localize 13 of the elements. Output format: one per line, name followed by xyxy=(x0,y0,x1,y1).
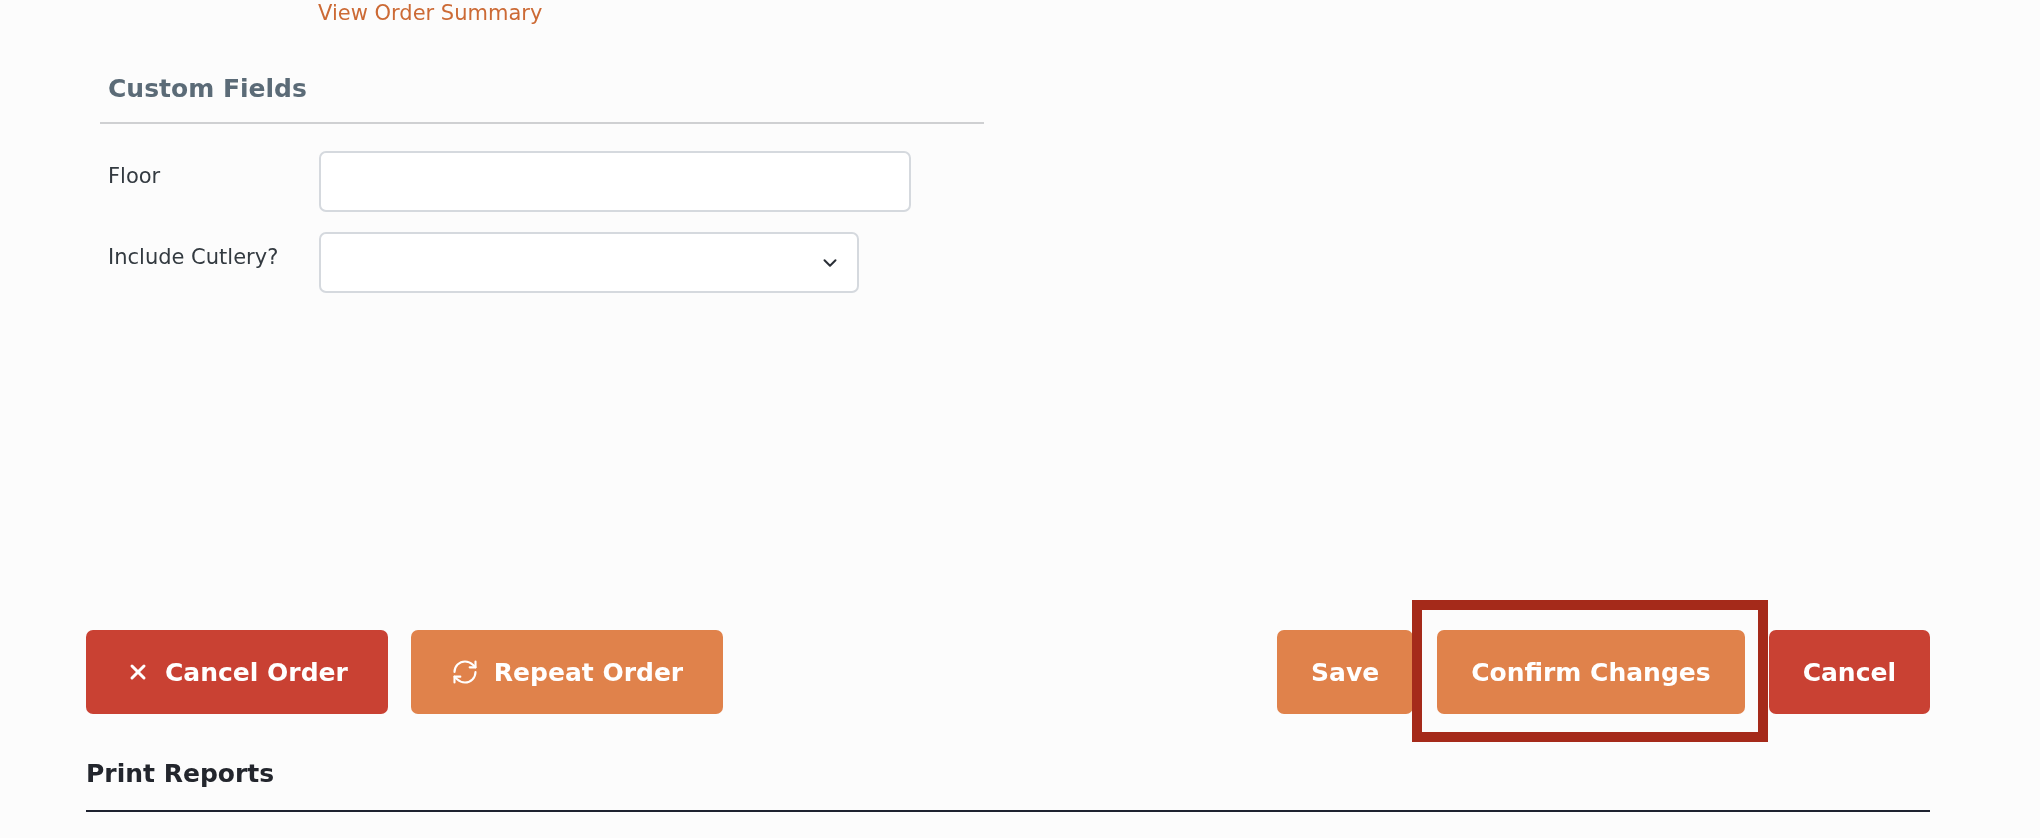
section-heading: Print Reports xyxy=(86,760,276,790)
view-order-summary-link[interactable]: View Order Summary xyxy=(318,0,543,26)
cancel-order-button[interactable]: Cancel Order xyxy=(86,630,388,714)
section-heading: Custom Fields xyxy=(100,74,984,124)
select-field[interactable] xyxy=(319,232,859,293)
action-button[interactable]: Cancel xyxy=(1768,630,1930,714)
action-button[interactable]: Save xyxy=(1277,630,1414,714)
refresh-icon xyxy=(450,658,479,686)
field-label: Floor xyxy=(108,163,162,189)
repeat-order-button[interactable]: Repeat Order xyxy=(410,630,724,714)
field-label: Include Cutlery? xyxy=(108,244,280,270)
action-button[interactable]: Confirm Changes xyxy=(1437,630,1745,714)
input-field[interactable] xyxy=(319,151,911,212)
